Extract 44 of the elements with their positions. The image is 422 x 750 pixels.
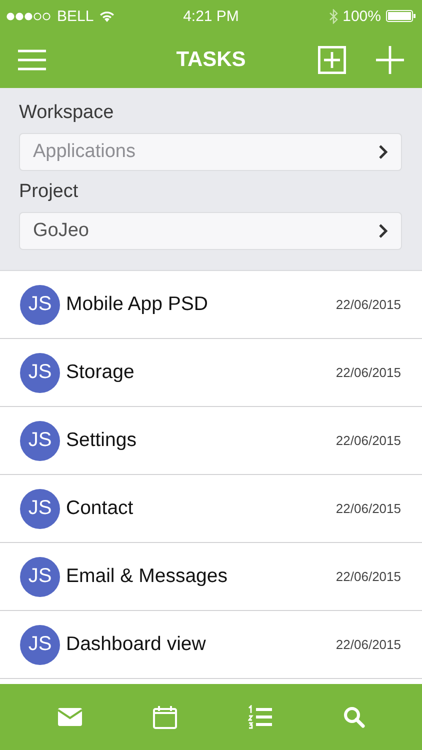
task-row[interactable]: JS Contact 22/06/2015	[0, 475, 422, 543]
task-title: Settings	[66, 429, 138, 452]
avatar-initials: JS	[20, 420, 60, 460]
numbered-list-icon[interactable]	[248, 705, 272, 729]
mail-icon[interactable]	[58, 708, 82, 726]
avatar-initials: JS	[20, 488, 60, 528]
status-time: 4:21 PM	[183, 8, 239, 24]
task-row[interactable]: JS Email & Messages 22/06/2015	[0, 543, 422, 611]
field-label: Workspace	[19, 102, 115, 124]
task-date: 22/06/2015	[336, 433, 401, 448]
add-icon[interactable]	[376, 46, 404, 74]
task-row[interactable]: JS Settings 22/06/2015	[0, 407, 422, 475]
chevron-icon	[378, 223, 388, 239]
task-title: Dashboard view	[66, 633, 207, 656]
task-date: 22/06/2015	[336, 501, 401, 516]
wifi-icon	[98, 10, 115, 22]
chevron-icon	[378, 144, 388, 160]
task-date: 22/06/2015	[336, 365, 401, 380]
avatar-initials: JS	[20, 624, 60, 664]
add-box-icon[interactable]	[318, 46, 346, 74]
search-icon[interactable]	[342, 706, 364, 728]
bluetooth-icon	[328, 8, 338, 24]
avatar-initials: JS	[20, 352, 60, 392]
avatar-initials: JS	[20, 284, 60, 324]
task-title: Storage	[66, 361, 136, 384]
task-row[interactable]: JS Storage 22/06/2015	[0, 339, 422, 407]
carrier-name: BELL	[57, 8, 94, 24]
battery-percentage: 100%	[342, 8, 381, 24]
task-title: Mobile App PSD	[66, 293, 209, 316]
battery-icon	[386, 10, 416, 22]
picker-field[interactable]: GoJeo	[19, 212, 402, 250]
task-date: 22/06/2015	[336, 297, 401, 312]
task-date: 22/06/2015	[336, 637, 401, 652]
field-label: Project	[19, 181, 80, 203]
task-date: 22/06/2015	[336, 569, 401, 584]
menu-icon[interactable]	[18, 49, 46, 71]
task-row[interactable]: JS Dashboard view 22/06/2015	[0, 611, 422, 679]
task-title: Contact	[66, 497, 134, 520]
task-row[interactable]: JS Mobile App PSD 22/06/2015	[0, 271, 422, 339]
avatar-initials: JS	[20, 556, 60, 596]
signal-icon	[6, 12, 52, 20]
screen-title: TASKS	[176, 48, 246, 72]
calendar-icon[interactable]	[152, 705, 176, 729]
task-title: Email & Messages	[66, 565, 228, 588]
